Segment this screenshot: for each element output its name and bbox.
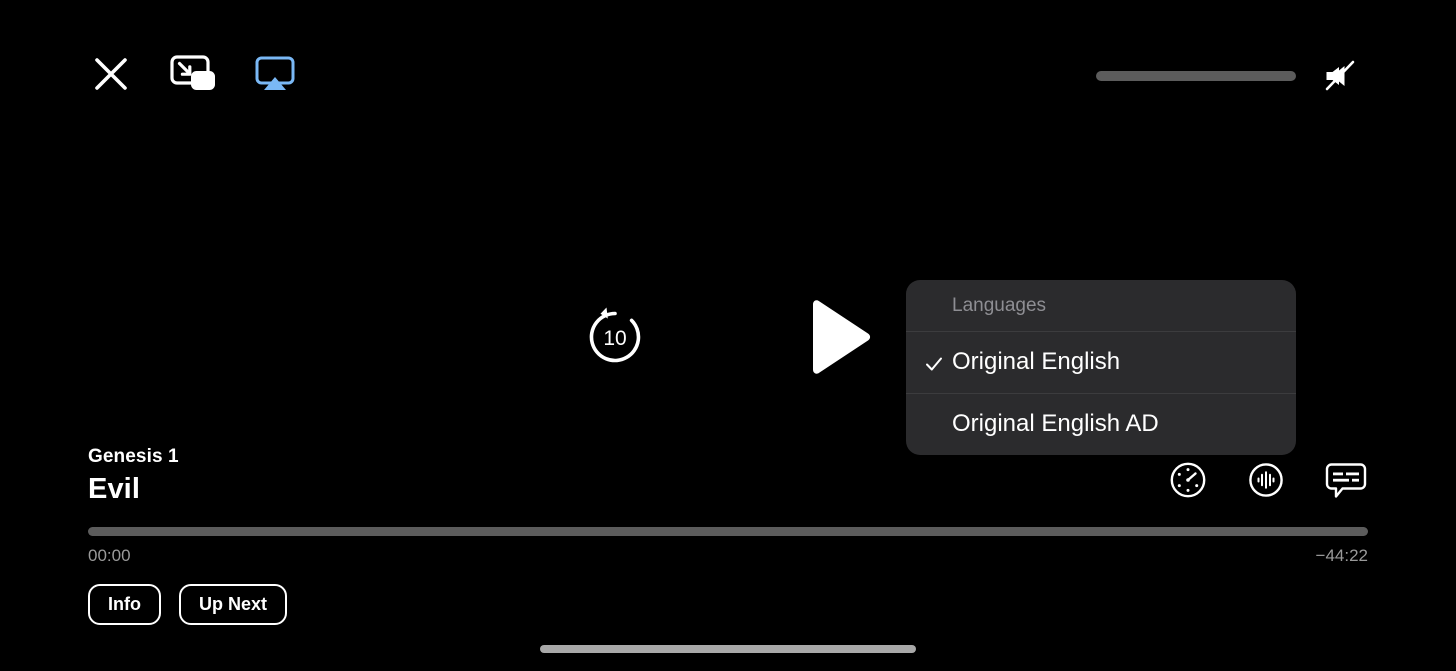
- now-playing-info: Genesis 1 Evil: [88, 445, 179, 509]
- mute-icon: [1320, 54, 1364, 99]
- top-left-controls: [88, 52, 298, 98]
- language-option-label: Original English AD: [952, 410, 1159, 437]
- volume-slider[interactable]: [1096, 71, 1296, 81]
- bottom-control-bar: Genesis 1 Evil 00:00 −44:22 Info Up Next: [88, 445, 1368, 625]
- languages-menu-header: Languages: [952, 295, 1047, 316]
- skip-back-10-button[interactable]: 10: [577, 300, 653, 376]
- checkmark-icon: [924, 353, 944, 373]
- language-option-label: Original English: [952, 348, 1121, 375]
- audio-track-icon: [1247, 461, 1285, 502]
- audio-track-button[interactable]: [1246, 461, 1286, 501]
- mute-button[interactable]: [1320, 54, 1364, 98]
- info-button[interactable]: Info: [88, 584, 161, 625]
- top-right-controls: [1096, 54, 1364, 98]
- scrubber-area: 00:00 −44:22: [88, 527, 1368, 566]
- progress-scrubber[interactable]: [88, 527, 1368, 536]
- svg-text:10: 10: [603, 327, 626, 350]
- up-next-button[interactable]: Up Next: [179, 584, 288, 625]
- subtitles-button[interactable]: [1324, 461, 1368, 501]
- languages-menu: Languages Original English Original Engl…: [906, 280, 1296, 455]
- airplay-button[interactable]: [252, 52, 298, 98]
- airplay-icon: [252, 52, 298, 99]
- close-button[interactable]: [88, 52, 134, 98]
- top-control-bar: [0, 0, 1456, 152]
- playback-speed-icon: [1169, 461, 1207, 502]
- remaining-time: −44:22: [1315, 546, 1368, 565]
- video-player: 10 Languages Original English Original E…: [0, 0, 1456, 671]
- play-button[interactable]: [803, 296, 879, 380]
- current-time: 00:00: [88, 546, 131, 565]
- pill-button-row: Info Up Next: [88, 584, 1368, 625]
- playback-speed-button[interactable]: [1168, 461, 1208, 501]
- picture-in-picture-button[interactable]: [168, 52, 218, 98]
- time-row: 00:00 −44:22: [88, 546, 1368, 566]
- playback-options: [1168, 461, 1368, 509]
- page-title: Evil: [88, 473, 140, 505]
- episode-subtitle: Genesis 1: [88, 446, 179, 467]
- picture-in-picture-icon: [168, 52, 218, 99]
- close-icon: [90, 53, 132, 98]
- home-indicator[interactable]: [540, 645, 916, 653]
- language-option-original-english[interactable]: Original English: [906, 332, 1296, 393]
- metadata-row: Genesis 1 Evil: [88, 445, 1368, 509]
- skip-back-10-icon: 10: [579, 301, 651, 376]
- play-icon: [805, 296, 877, 381]
- subtitles-icon: [1325, 460, 1367, 503]
